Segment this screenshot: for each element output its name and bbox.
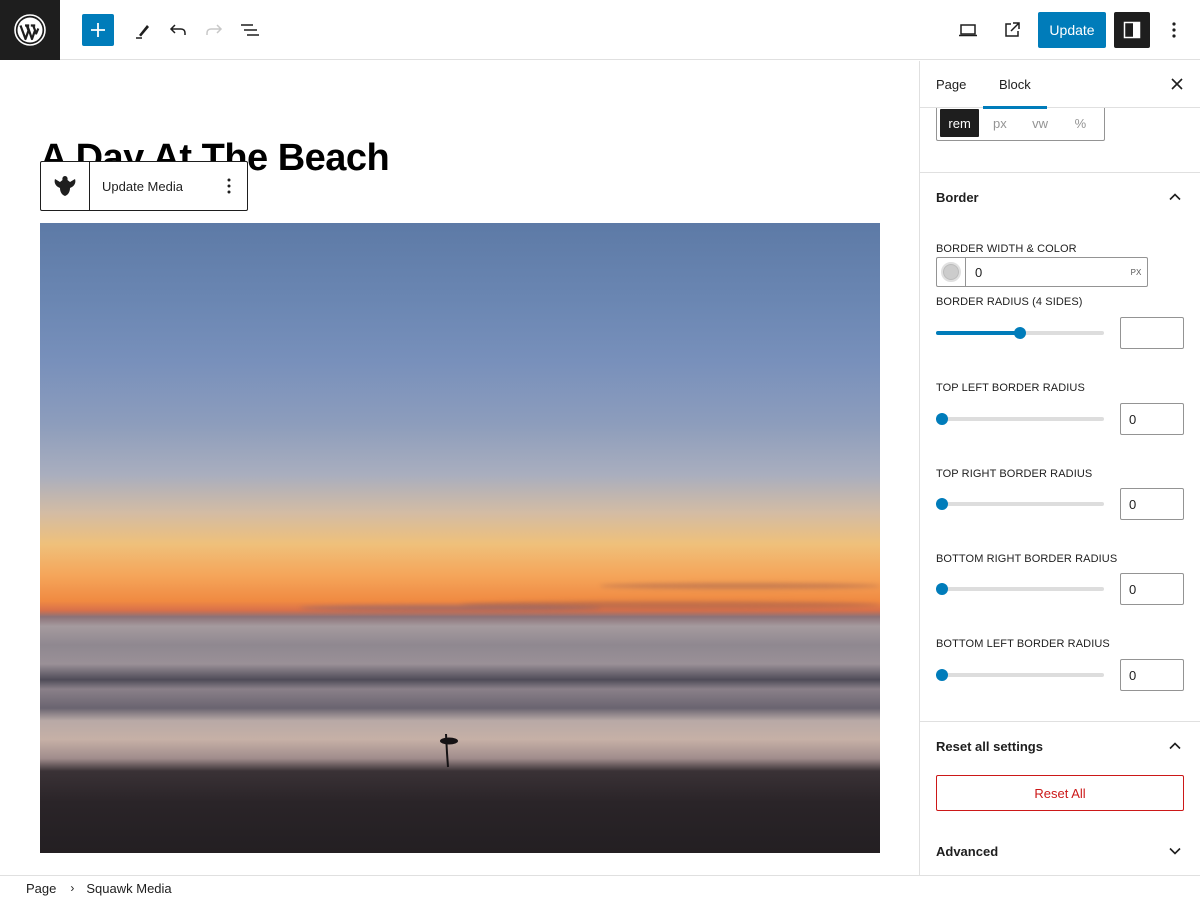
advanced-panel-toggle[interactable]: Advanced: [936, 844, 998, 859]
bottom-left-radius-input[interactable]: 0: [1120, 659, 1184, 691]
bottom-right-radius-label: Bottom right border radius: [936, 553, 1118, 565]
divider: [920, 172, 1200, 173]
slider-track-fill: [936, 331, 1020, 335]
tools-button[interactable]: [124, 12, 160, 48]
top-right-radius-label: Top right border radius: [936, 468, 1093, 480]
unit-percent[interactable]: %: [1061, 109, 1100, 137]
laptop-icon: [959, 24, 977, 37]
update-media-button[interactable]: Update Media: [90, 162, 210, 210]
unit-vw[interactable]: vw: [1021, 109, 1060, 137]
border-panel-toggle[interactable]: Border: [936, 190, 979, 205]
options-button[interactable]: [1156, 12, 1192, 48]
top-left-radius-label: Top left border radius: [936, 382, 1085, 394]
top-left-radius-input[interactable]: 0: [1120, 403, 1184, 435]
add-block-button[interactable]: [82, 14, 114, 46]
plus-icon: [91, 23, 105, 37]
border-radius-slider[interactable]: [936, 327, 1104, 339]
border-width-color-control: 0 PX: [936, 257, 1148, 287]
chevron-down-icon: [1169, 847, 1181, 855]
breadcrumb-item-page[interactable]: Page: [26, 881, 56, 896]
bottom-right-radius-input[interactable]: 0: [1120, 573, 1184, 605]
settings-sidebar: Page Block rem px vw % Border Border wid…: [919, 61, 1200, 875]
slider-thumb[interactable]: [936, 498, 948, 510]
border-width-input[interactable]: 0: [966, 258, 1125, 286]
undo-button[interactable]: [160, 12, 196, 48]
slider-thumb[interactable]: [1014, 327, 1026, 339]
undo-icon: [169, 24, 186, 35]
breadcrumb-item-current[interactable]: Squawk Media: [86, 881, 171, 896]
breadcrumb-separator-icon: ›: [70, 881, 75, 895]
bottom-left-radius-slider[interactable]: [936, 669, 1104, 681]
sidebar-tabs: Page Block: [920, 61, 1200, 109]
border-width-unit[interactable]: PX: [1125, 258, 1147, 286]
document-overview-button[interactable]: [232, 12, 268, 48]
redo-icon: [206, 24, 223, 35]
top-left-radius-slider[interactable]: [936, 413, 1104, 425]
pencil-icon: [136, 25, 149, 39]
view-page-button[interactable]: [994, 12, 1030, 48]
reset-panel-toggle[interactable]: Reset all settings: [936, 739, 1043, 754]
editor-canvas: A Day At The Beach Update Media: [0, 61, 919, 875]
slider-thumb[interactable]: [936, 413, 948, 425]
image-block[interactable]: [40, 223, 880, 853]
more-vertical-icon: [1172, 22, 1176, 38]
list-view-icon: [241, 24, 259, 36]
reset-all-button[interactable]: Reset All: [936, 775, 1184, 811]
border-color-button[interactable]: [937, 258, 966, 286]
bottom-right-radius-slider[interactable]: [936, 583, 1104, 595]
unit-px[interactable]: px: [980, 109, 1019, 137]
border-width-label: Border width & color: [936, 243, 1077, 255]
block-options-button[interactable]: [210, 162, 247, 210]
sidebar-icon: [1123, 21, 1141, 39]
cloud-band: [600, 583, 880, 589]
block-type-button[interactable]: [41, 162, 90, 210]
tab-page[interactable]: Page: [920, 61, 982, 108]
border-radius-input[interactable]: [1120, 317, 1184, 349]
reset-panel-chevron[interactable]: [1166, 737, 1184, 755]
surfer-silhouette: [440, 733, 458, 768]
editor-header: Update: [0, 0, 1200, 60]
settings-toggle-button[interactable]: [1114, 12, 1150, 48]
top-right-radius-slider[interactable]: [936, 498, 1104, 510]
slider-thumb[interactable]: [936, 583, 948, 595]
cloud-band: [300, 605, 600, 611]
border-color-swatch: [941, 262, 961, 282]
slider-thumb[interactable]: [936, 669, 948, 681]
advanced-panel-chevron[interactable]: [1166, 842, 1184, 860]
close-icon: [1171, 78, 1183, 90]
unit-rem[interactable]: rem: [940, 109, 980, 137]
divider: [920, 721, 1200, 722]
bottom-left-radius-label: Bottom left border radius: [936, 638, 1110, 650]
more-vertical-icon: [227, 178, 230, 194]
border-radius-label: Border radius (4 sides): [936, 296, 1083, 308]
top-right-radius-input[interactable]: 0: [1120, 488, 1184, 520]
chevron-up-icon: [1169, 742, 1181, 750]
block-breadcrumb: Page › Squawk Media: [0, 875, 1200, 900]
unit-toggle-group: rem px vw %: [936, 105, 1105, 141]
wordpress-logo-button[interactable]: [0, 0, 60, 60]
border-panel-chevron[interactable]: [1166, 188, 1184, 206]
preview-device-button[interactable]: [950, 12, 986, 48]
redo-button[interactable]: [196, 12, 232, 48]
tab-block[interactable]: Block: [983, 61, 1047, 109]
close-sidebar-button[interactable]: [1165, 72, 1189, 96]
chevron-up-icon: [1169, 193, 1181, 201]
external-link-icon: [1005, 22, 1020, 37]
squawk-bird-icon: [54, 176, 76, 196]
update-button[interactable]: Update: [1038, 12, 1106, 48]
block-toolbar: Update Media: [40, 161, 248, 211]
wordpress-logo-icon: [14, 14, 46, 46]
